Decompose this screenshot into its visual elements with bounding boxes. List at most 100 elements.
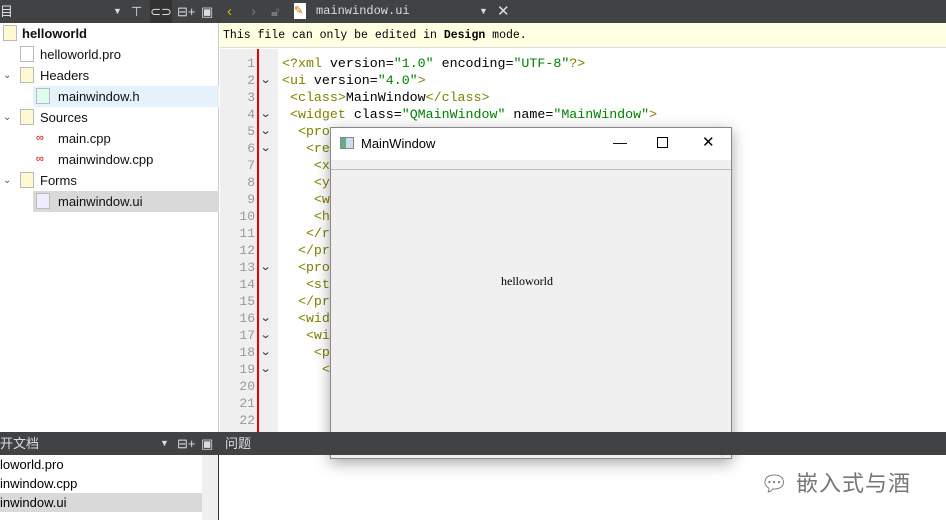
- minimize-button[interactable]: —: [613, 134, 627, 150]
- forward-icon[interactable]: ›: [251, 0, 256, 23]
- tree-item-sources[interactable]: ⌄ Sources: [0, 107, 219, 128]
- code-line[interactable]: <pro: [282, 259, 330, 276]
- tree-item-helloworld[interactable]: helloworld: [0, 23, 219, 44]
- fold-chevron-icon[interactable]: ⌄: [260, 259, 272, 276]
- code-line[interactable]: <re: [282, 140, 330, 157]
- line-number: 8: [247, 175, 255, 190]
- tree-item-main-cpp[interactable]: ∞ main.cpp: [0, 128, 219, 149]
- maximize-button[interactable]: [657, 137, 668, 148]
- tree-item-mainwindow-cpp[interactable]: ∞ mainwindow.cpp: [0, 149, 219, 170]
- open-docs-label: 目: [0, 4, 14, 19]
- code-token: <st: [282, 277, 330, 292]
- code-line[interactable]: <pro: [282, 123, 330, 140]
- code-line[interactable]: <ui version="4.0">: [282, 72, 426, 89]
- issues-title[interactable]: 问题: [225, 432, 251, 455]
- lock-icon[interactable]: 🔓︎: [271, 0, 279, 23]
- fold-chevron-icon[interactable]: ⌄: [260, 361, 272, 378]
- fold-chevron-icon[interactable]: ⌄: [260, 106, 272, 123]
- qt-project-icon: [3, 25, 17, 41]
- menu-bar[interactable]: [331, 160, 731, 170]
- ui-file-icon: ✎: [294, 3, 306, 19]
- line-number: 3: [247, 90, 255, 105]
- close-pane-icon[interactable]: ▣: [201, 432, 213, 455]
- code-token: MainWindow: [345, 90, 426, 105]
- code-token: <h: [282, 209, 330, 224]
- watermark: 💬︎ 嵌入式与酒: [760, 466, 911, 498]
- chevron-down-icon[interactable]: ⌄: [3, 170, 11, 191]
- chevron-down-icon[interactable]: ⌄: [3, 107, 11, 128]
- code-line[interactable]: <wi: [282, 327, 330, 344]
- code-line[interactable]: <wid: [282, 310, 330, 327]
- code-token: <pro: [282, 260, 330, 275]
- file-name[interactable]: mainwindow.ui: [316, 0, 410, 23]
- code-line[interactable]: </pr: [282, 242, 330, 259]
- code-token: "QMainWindow": [401, 107, 506, 122]
- tree-item-forms[interactable]: ⌄ Forms: [0, 170, 219, 191]
- code-token: <wid: [282, 311, 330, 326]
- chevron-down-icon[interactable]: ▼: [160, 432, 169, 455]
- open-doc-item[interactable]: loworld.pro: [0, 455, 202, 474]
- preview-window[interactable]: MainWindow — ✕ helloworld ⋰: [330, 127, 732, 459]
- open-doc-item[interactable]: inwindow.cpp: [0, 474, 202, 493]
- cpp-file-icon: ∞: [36, 132, 44, 144]
- fold-chevron-icon[interactable]: ⌄: [260, 344, 272, 361]
- chevron-down-icon[interactable]: ⌄: [3, 65, 11, 86]
- code-line[interactable]: <h: [282, 208, 330, 225]
- code-token: </pr: [282, 294, 330, 309]
- code-line[interactable]: <?xml version="1.0" encoding="UTF-8"?>: [282, 55, 585, 72]
- split-add-icon[interactable]: ⊟+: [177, 432, 195, 455]
- code-token: <pro: [282, 124, 330, 139]
- code-token: "1.0": [393, 56, 434, 71]
- tree-item-headers[interactable]: ⌄ Headers: [0, 65, 219, 86]
- code-line[interactable]: </pr: [282, 293, 330, 310]
- code-token: version=: [313, 73, 378, 88]
- open-docs-title: 开文档: [0, 436, 40, 451]
- tree-item-mainwindow-h[interactable]: mainwindow.h: [33, 86, 219, 107]
- file-dropdown-icon[interactable]: ▼: [479, 0, 488, 23]
- line-number: 13: [239, 260, 255, 275]
- code-token: <widget: [282, 107, 354, 122]
- code-token: "UTF-8": [513, 56, 570, 71]
- code-line[interactable]: <w: [282, 191, 330, 208]
- wechat-icon: 💬︎: [760, 471, 797, 496]
- qt-pro-file-icon: [20, 46, 34, 62]
- code-token: <p: [282, 345, 330, 360]
- top-toolbar: 目 ▼ ⊤ ⊂⊃ ⊟+ ▣ ‹ › 🔓︎ ✎ mainwindow.ui ▼ ✕: [0, 0, 946, 23]
- code-line[interactable]: <x: [282, 157, 330, 174]
- line-number: 12: [239, 243, 255, 258]
- fold-chevron-icon[interactable]: ⌄: [260, 310, 272, 327]
- code-token: version=: [329, 56, 394, 71]
- tree-item-mainwindow-ui[interactable]: mainwindow.ui: [33, 191, 219, 212]
- code-line[interactable]: </r: [282, 225, 330, 242]
- fold-chevron-icon[interactable]: ⌄: [260, 123, 272, 140]
- chevron-down-icon[interactable]: ▼: [113, 0, 122, 23]
- code-line[interactable]: <widget class="QMainWindow" name="MainWi…: [282, 106, 657, 123]
- tree-item-helloworld-pro[interactable]: helloworld.pro: [0, 44, 219, 65]
- split-add-icon[interactable]: ⊟+: [177, 0, 195, 23]
- fold-chevron-icon[interactable]: ⌄: [260, 140, 272, 157]
- filter-icon[interactable]: ⊤: [131, 0, 142, 23]
- scrollbar[interactable]: [202, 455, 218, 520]
- code-line[interactable]: <class>MainWindow</class>: [282, 89, 490, 106]
- code-token: <w: [282, 192, 330, 207]
- fold-chevron-icon[interactable]: ⌄: [260, 327, 272, 344]
- code-line[interactable]: <y: [282, 174, 330, 191]
- project-tree: helloworld helloworld.pro ⌄ Headers mainw…: [0, 23, 219, 432]
- cpp-file-icon: ∞: [36, 153, 44, 165]
- code-line[interactable]: <st: [282, 276, 330, 293]
- code-line[interactable]: <: [282, 361, 330, 378]
- code-token: >: [649, 107, 658, 122]
- info-text-end: mode.: [485, 29, 527, 42]
- back-icon[interactable]: ‹: [227, 0, 232, 23]
- open-doc-item[interactable]: inwindow.ui: [0, 493, 202, 512]
- code-line[interactable]: <p: [282, 344, 330, 361]
- code-token: <x: [282, 158, 330, 173]
- close-pane-icon[interactable]: ▣: [201, 0, 213, 23]
- link-icon[interactable]: ⊂⊃: [150, 0, 172, 23]
- fold-chevron-icon[interactable]: ⌄: [260, 72, 272, 89]
- preview-title-bar[interactable]: MainWindow — ✕: [331, 128, 731, 160]
- line-number: 9: [247, 192, 255, 207]
- close-button[interactable]: ✕: [702, 133, 715, 151]
- sources-folder-icon: [20, 109, 34, 125]
- close-icon[interactable]: ✕: [497, 0, 510, 23]
